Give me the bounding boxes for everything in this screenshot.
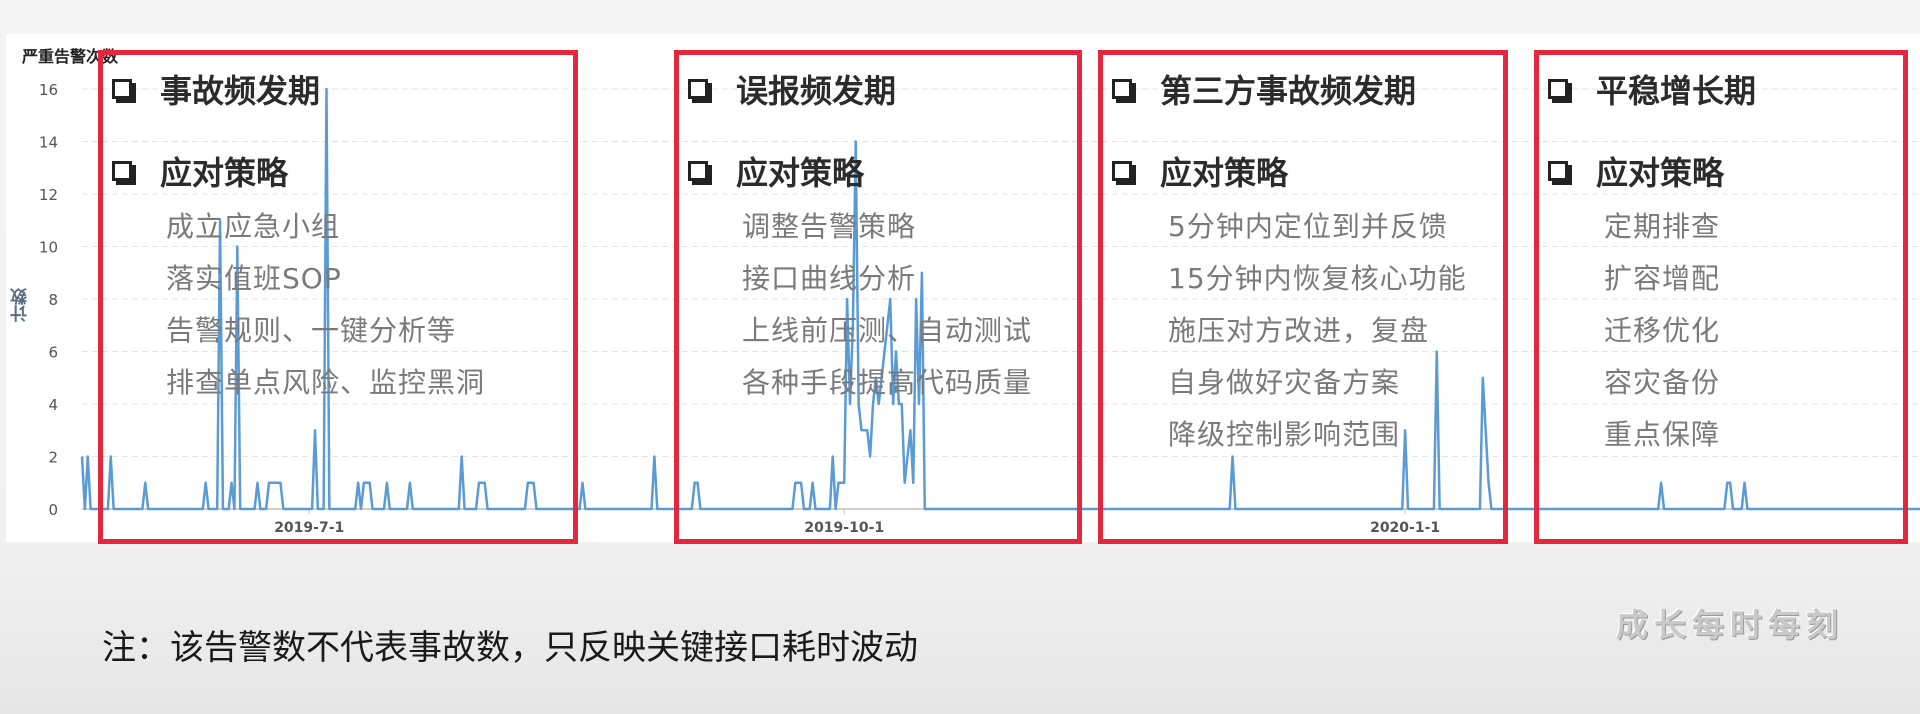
phase-2-title-text: 误报频发期 xyxy=(736,72,897,110)
phase-box-1 xyxy=(98,50,578,544)
phase-1-item: 排查单点风险、监控黑洞 xyxy=(166,366,486,399)
phase-1-title-text: 事故频发期 xyxy=(160,72,321,110)
phase-4-strategy-title: 应对策略 xyxy=(1548,148,1724,194)
y-axis-label: 计数 xyxy=(11,288,31,322)
footnote: 注：该告警数不代表事故数，只反映关键接口耗时波动 xyxy=(102,628,918,668)
phase-4-item: 定期排查 xyxy=(1604,210,1721,243)
y-tick-label: 14 xyxy=(39,134,58,152)
phase-2-title: 误报频发期 xyxy=(688,66,896,112)
phase-1-item: 告警规则、一键分析等 xyxy=(166,314,457,347)
phase-1-title: 事故频发期 xyxy=(112,66,320,112)
phase-3-item: 降级控制影响范围 xyxy=(1168,418,1401,451)
phase-2-item: 调整告警策略 xyxy=(742,210,917,243)
checkbox-square-icon xyxy=(1112,161,1132,181)
phase-3-strategy-text: 应对策略 xyxy=(1160,154,1289,192)
phase-4-item: 重点保障 xyxy=(1604,418,1721,451)
checkbox-square-icon xyxy=(112,161,132,181)
checkbox-square-icon xyxy=(688,161,708,181)
phase-3-item: 5分钟内定位到并反馈 xyxy=(1168,210,1448,243)
phase-4-item: 迁移优化 xyxy=(1604,314,1721,347)
y-tick-label: 12 xyxy=(39,186,58,204)
phase-box-2 xyxy=(674,50,1082,544)
phase-4-item: 容灾备份 xyxy=(1604,366,1721,399)
checkbox-square-icon xyxy=(688,79,708,99)
phase-3-item: 15分钟内恢复核心功能 xyxy=(1168,262,1467,295)
phase-1-strategy-title: 应对策略 xyxy=(112,148,288,194)
checkbox-square-icon xyxy=(112,79,132,99)
checkbox-square-icon xyxy=(1112,79,1132,99)
phase-box-4 xyxy=(1534,50,1908,544)
watermark-slogan: 成长每时每刻 xyxy=(1616,606,1845,644)
phase-3-title-text: 第三方事故频发期 xyxy=(1160,72,1417,110)
phase-2-item: 上线前压测、自动测试 xyxy=(742,314,1033,347)
phase-3-strategy-title: 应对策略 xyxy=(1112,148,1288,194)
phase-2-strategy-title: 应对策略 xyxy=(688,148,864,194)
checkbox-square-icon xyxy=(1548,79,1568,99)
y-tick-label: 2 xyxy=(48,449,58,467)
y-tick-label: 6 xyxy=(48,344,58,362)
phase-1-item: 成立应急小组 xyxy=(166,210,341,243)
phase-4-item: 扩容增配 xyxy=(1604,262,1721,295)
phase-2-strategy-text: 应对策略 xyxy=(736,154,865,192)
phase-4-title: 平稳增长期 xyxy=(1548,66,1756,112)
phase-1-item: 落实值班SOP xyxy=(166,262,342,295)
phase-3-item: 施压对方改进，复盘 xyxy=(1168,314,1430,347)
phase-4-title-text: 平稳增长期 xyxy=(1596,72,1757,110)
y-tick-label: 0 xyxy=(48,501,58,519)
phase-4-strategy-text: 应对策略 xyxy=(1596,154,1725,192)
phase-2-item: 各种手段提高代码质量 xyxy=(742,366,1033,399)
phase-3-item: 自身做好灾备方案 xyxy=(1168,366,1401,399)
phase-box-3 xyxy=(1098,50,1508,544)
phase-1-strategy-text: 应对策略 xyxy=(160,154,289,192)
checkbox-square-icon xyxy=(1548,161,1568,181)
phase-2-item: 接口曲线分析 xyxy=(742,262,917,295)
y-tick-label: 8 xyxy=(48,291,58,309)
phase-3-title: 第三方事故频发期 xyxy=(1112,66,1416,112)
y-tick-label: 4 xyxy=(48,396,58,414)
y-tick-label: 16 xyxy=(39,81,58,99)
y-tick-label: 10 xyxy=(39,239,58,257)
